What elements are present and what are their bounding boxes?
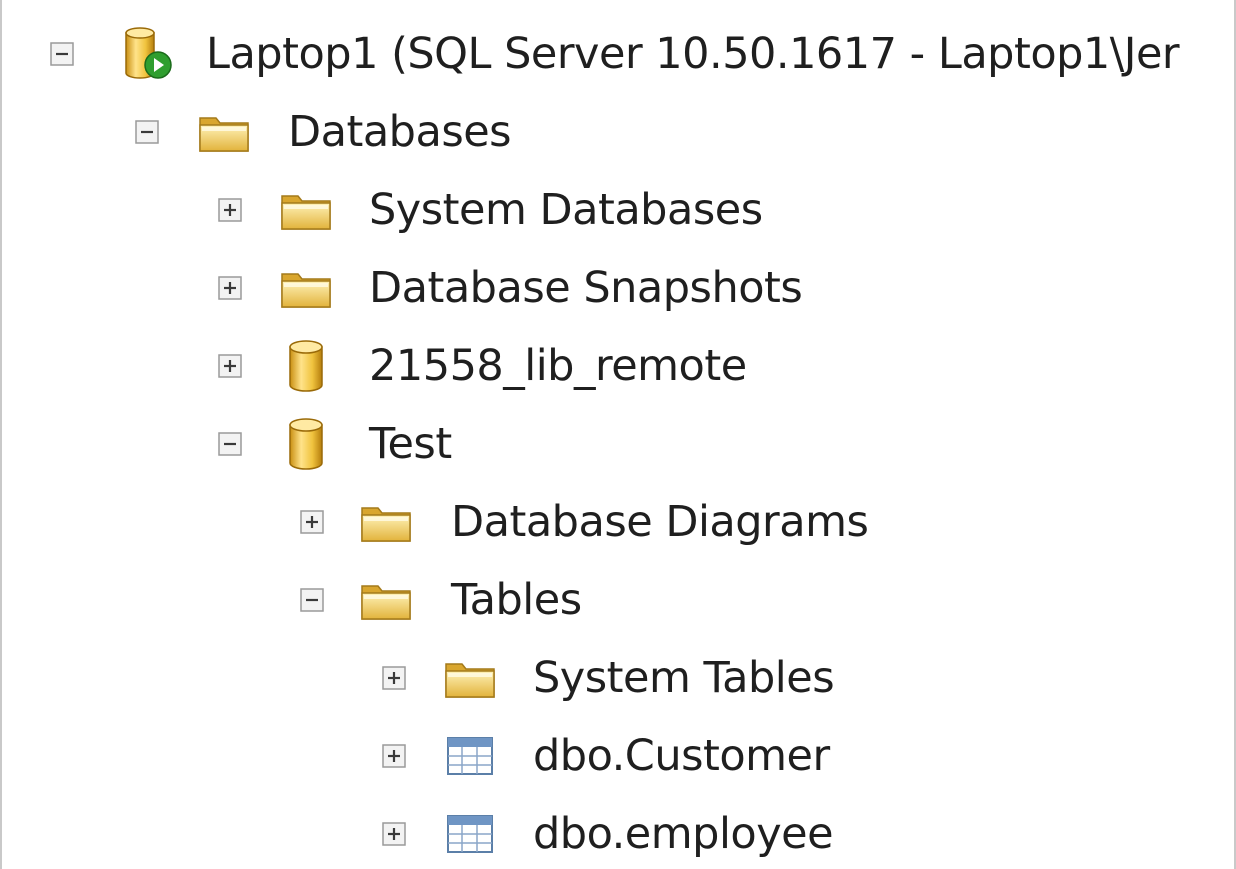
database-icon — [278, 416, 334, 472]
tree-node-label[interactable]: Database Snapshots — [369, 256, 803, 320]
folder-icon — [278, 260, 334, 316]
tree-node[interactable]: Database Diagrams — [2, 486, 1234, 564]
table-icon — [442, 806, 498, 862]
tree-node-label[interactable]: Laptop1 (SQL Server 10.50.1617 - Laptop1… — [206, 22, 1180, 86]
server-icon — [120, 26, 176, 82]
collapse-icon[interactable] — [300, 588, 324, 612]
tree-node-label[interactable]: dbo.employee — [533, 802, 834, 866]
folder-icon — [442, 650, 498, 706]
object-explorer-tree: Laptop1 (SQL Server 10.50.1617 - Laptop1… — [2, 18, 1234, 869]
folder-icon — [358, 572, 414, 628]
tree-node-label[interactable]: Database Diagrams — [451, 490, 869, 554]
tree-node[interactable]: System Databases — [2, 174, 1234, 252]
tree-node[interactable]: Databases — [2, 96, 1234, 174]
tree-node-label[interactable]: Test — [369, 412, 452, 476]
tree-node[interactable]: dbo.Customer — [2, 720, 1234, 798]
expand-icon[interactable] — [218, 276, 242, 300]
tree-node[interactable]: Database Snapshots — [2, 252, 1234, 330]
tree-node[interactable]: Test — [2, 408, 1234, 486]
table-icon — [442, 728, 498, 784]
tree-node-label[interactable]: 21558_lib_remote — [369, 334, 747, 398]
tree-node[interactable]: System Tables — [2, 642, 1234, 720]
tree-node[interactable]: Laptop1 (SQL Server 10.50.1617 - Laptop1… — [2, 18, 1234, 96]
tree-node-label[interactable]: System Tables — [533, 646, 835, 710]
folder-icon — [196, 104, 252, 160]
expand-icon[interactable] — [218, 198, 242, 222]
collapse-icon[interactable] — [218, 432, 242, 456]
expand-icon[interactable] — [382, 744, 406, 768]
folder-icon — [358, 494, 414, 550]
expand-icon[interactable] — [382, 822, 406, 846]
expand-icon[interactable] — [218, 354, 242, 378]
tree-node[interactable]: dbo.employee — [2, 798, 1234, 869]
database-icon — [278, 338, 334, 394]
expand-icon[interactable] — [382, 666, 406, 690]
object-explorer-panel: Laptop1 (SQL Server 10.50.1617 - Laptop1… — [0, 0, 1236, 869]
expand-icon[interactable] — [300, 510, 324, 534]
tree-node-label[interactable]: System Databases — [369, 178, 763, 242]
tree-node-label[interactable]: dbo.Customer — [533, 724, 830, 788]
tree-node[interactable]: Tables — [2, 564, 1234, 642]
tree-node-label[interactable]: Tables — [451, 568, 582, 632]
tree-node[interactable]: 21558_lib_remote — [2, 330, 1234, 408]
tree-node-label[interactable]: Databases — [288, 100, 512, 164]
collapse-icon[interactable] — [135, 120, 159, 144]
folder-icon — [278, 182, 334, 238]
collapse-icon[interactable] — [50, 42, 74, 66]
